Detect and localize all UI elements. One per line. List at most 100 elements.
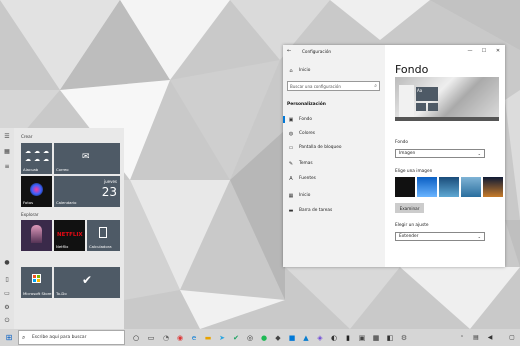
- choose-image-label: Elige una imagen: [395, 169, 433, 174]
- tile-label: To-Do: [56, 291, 67, 296]
- windows-start-icon[interactable]: ⊞: [0, 329, 18, 346]
- preview-tile: Aa: [416, 87, 438, 101]
- nav-item-themes[interactable]: ✎ Temas: [287, 159, 313, 168]
- check-app-icon[interactable]: ✔: [230, 329, 242, 346]
- nav-item-start[interactable]: ▦ Inicio: [287, 191, 311, 200]
- image-thumbnail[interactable]: [483, 177, 503, 197]
- svg-text:☁: ☁: [25, 156, 31, 163]
- taskbar-icon: ▬: [288, 207, 294, 214]
- image-thumbnail[interactable]: [439, 177, 459, 197]
- monitor-icon: ▭: [288, 144, 294, 151]
- font-icon: A: [289, 175, 293, 182]
- document-icon[interactable]: ▯: [3, 275, 11, 283]
- app-icon[interactable]: ◈: [314, 329, 326, 346]
- start-menu: ☰ ▦ ≡ ● ▯ ▭ ⚙ ⏻ Crear ☁ ☁ ☁ ☁ ☁ ☁ Alacuab ✉…: [0, 128, 124, 329]
- edge-icon[interactable]: e: [188, 329, 200, 346]
- app-icon[interactable]: ◎: [244, 329, 256, 346]
- explorer-icon[interactable]: ▬: [202, 329, 214, 346]
- minimize-icon[interactable]: —: [463, 45, 477, 57]
- taskbar-search-input[interactable]: ⌕ Escribe aquí para buscar: [18, 330, 125, 345]
- image-thumbnail[interactable]: [417, 177, 437, 197]
- background-preview: Aa: [395, 77, 499, 121]
- group-label-explore: Explorar: [21, 212, 39, 217]
- telegram-icon[interactable]: ➤: [216, 329, 228, 346]
- tile-label: Fotos: [23, 200, 34, 205]
- chrome-icon[interactable]: ◉: [174, 329, 186, 346]
- app-icon[interactable]: ◆: [272, 329, 284, 346]
- selected-indicator: [283, 116, 285, 123]
- preview-tile-small: [428, 103, 438, 111]
- nav-item-label: Fuentes: [299, 176, 316, 181]
- app-icon[interactable]: ◧: [384, 329, 396, 346]
- terminal-icon[interactable]: ▮: [342, 329, 354, 346]
- settings-nav: ← Configuración ⌂ Inicio Buscar una conf…: [283, 45, 385, 267]
- tile-photos[interactable]: Fotos: [21, 176, 52, 207]
- nav-item-fonts[interactable]: A Fuentes: [287, 174, 316, 183]
- browse-button[interactable]: Examinar: [395, 203, 424, 213]
- home-icon: ⌂: [289, 67, 293, 74]
- tile-label: Alacuab: [23, 167, 39, 172]
- tile-microsoft-store[interactable]: Microsoft Store: [21, 267, 52, 298]
- image-thumbnail[interactable]: [461, 177, 481, 197]
- app-icon[interactable]: ▲: [300, 329, 312, 346]
- calculator-icon: [99, 227, 107, 238]
- cortana-icon[interactable]: ○: [130, 329, 142, 346]
- tiles-icon[interactable]: ▦: [3, 147, 11, 155]
- avatar[interactable]: ●: [3, 258, 11, 266]
- photos-thumbnail-icon: [30, 183, 43, 196]
- tile-netflix[interactable]: NETFLIX Netflix: [54, 220, 85, 251]
- tile-featured-app[interactable]: [21, 220, 52, 251]
- notification-icon[interactable]: ▢: [506, 329, 518, 346]
- background-label: Fondo: [395, 140, 409, 145]
- image-thumbnail[interactable]: [395, 177, 415, 197]
- app-icon[interactable]: ◐: [328, 329, 340, 346]
- maximize-icon[interactable]: ☐: [477, 45, 491, 57]
- app-artwork-icon: [31, 225, 42, 243]
- page-title: Fondo: [395, 63, 429, 76]
- hamburger-icon[interactable]: ☰: [3, 132, 11, 140]
- nav-item-lock-screen[interactable]: ▭ Pantalla de bloqueo: [287, 143, 342, 152]
- mail-icon: ✉: [82, 152, 90, 162]
- nav-item-background[interactable]: ▣ Fondo: [283, 115, 313, 124]
- preview-start-column: [399, 85, 414, 117]
- app-icon[interactable]: ■: [286, 329, 298, 346]
- palette-icon: ◍: [288, 130, 294, 137]
- volume-icon[interactable]: ◀: [484, 329, 496, 346]
- tile-weather[interactable]: ☁ ☁ ☁ ☁ ☁ ☁ Alacuab: [21, 143, 52, 174]
- store-icon[interactable]: ▣: [356, 329, 368, 346]
- close-icon[interactable]: ✕: [491, 45, 505, 57]
- nav-item-taskbar[interactable]: ▬ Barra de tareas: [287, 206, 333, 215]
- svg-text:☁: ☁: [34, 156, 40, 163]
- spotify-icon[interactable]: ●: [258, 329, 270, 346]
- pictures-icon[interactable]: ▭: [3, 289, 11, 297]
- settings-content: — ☐ ✕ Fondo Aa Fondo Imagen ⌄ Elige una …: [385, 45, 505, 267]
- calendar-icon[interactable]: ▦: [370, 329, 382, 346]
- nav-item-label: Inicio: [299, 68, 311, 73]
- settings-search-input[interactable]: Buscar una configuración ⌕: [287, 81, 380, 91]
- background-type-dropdown[interactable]: Imagen ⌄: [395, 149, 485, 158]
- fit-dropdown[interactable]: Extender ⌄: [395, 232, 485, 241]
- tile-mail[interactable]: ✉ Correo: [54, 143, 120, 174]
- settings-gear-icon[interactable]: ⚙: [398, 329, 410, 346]
- nav-item-home[interactable]: ⌂ Inicio: [287, 66, 310, 75]
- app-icon[interactable]: ◔: [160, 329, 172, 346]
- nav-item-colors[interactable]: ◍ Colores: [287, 129, 315, 138]
- taskbar: ⊞ ⌕ Escribe aquí para buscar ○ ▭ ◔ ◉ e ▬…: [0, 329, 520, 346]
- back-arrow-icon[interactable]: ←: [287, 48, 291, 54]
- list-icon[interactable]: ≡: [3, 162, 11, 170]
- tile-todo[interactable]: ✔ To-Do: [54, 267, 120, 298]
- chevron-up-icon[interactable]: ⌃: [456, 329, 468, 346]
- settings-gear-icon[interactable]: ⚙: [3, 303, 11, 311]
- tile-calendar[interactable]: jueves 23 Calendario: [54, 176, 120, 207]
- tile-label: Calculadora: [89, 244, 112, 249]
- network-icon[interactable]: ▤: [470, 329, 482, 346]
- nav-item-label: Fondo: [299, 117, 313, 122]
- tile-calculator[interactable]: Calculadora: [87, 220, 120, 251]
- power-icon[interactable]: ⏻: [3, 317, 11, 325]
- netflix-logo: NETFLIX: [57, 232, 83, 238]
- preview-sample-text: Aa: [417, 88, 423, 93]
- dropdown-value: Extender: [399, 234, 419, 239]
- tile-label: Netflix: [56, 244, 69, 249]
- checkmark-icon: ✔: [82, 273, 93, 287]
- task-view-icon[interactable]: ▭: [145, 329, 157, 346]
